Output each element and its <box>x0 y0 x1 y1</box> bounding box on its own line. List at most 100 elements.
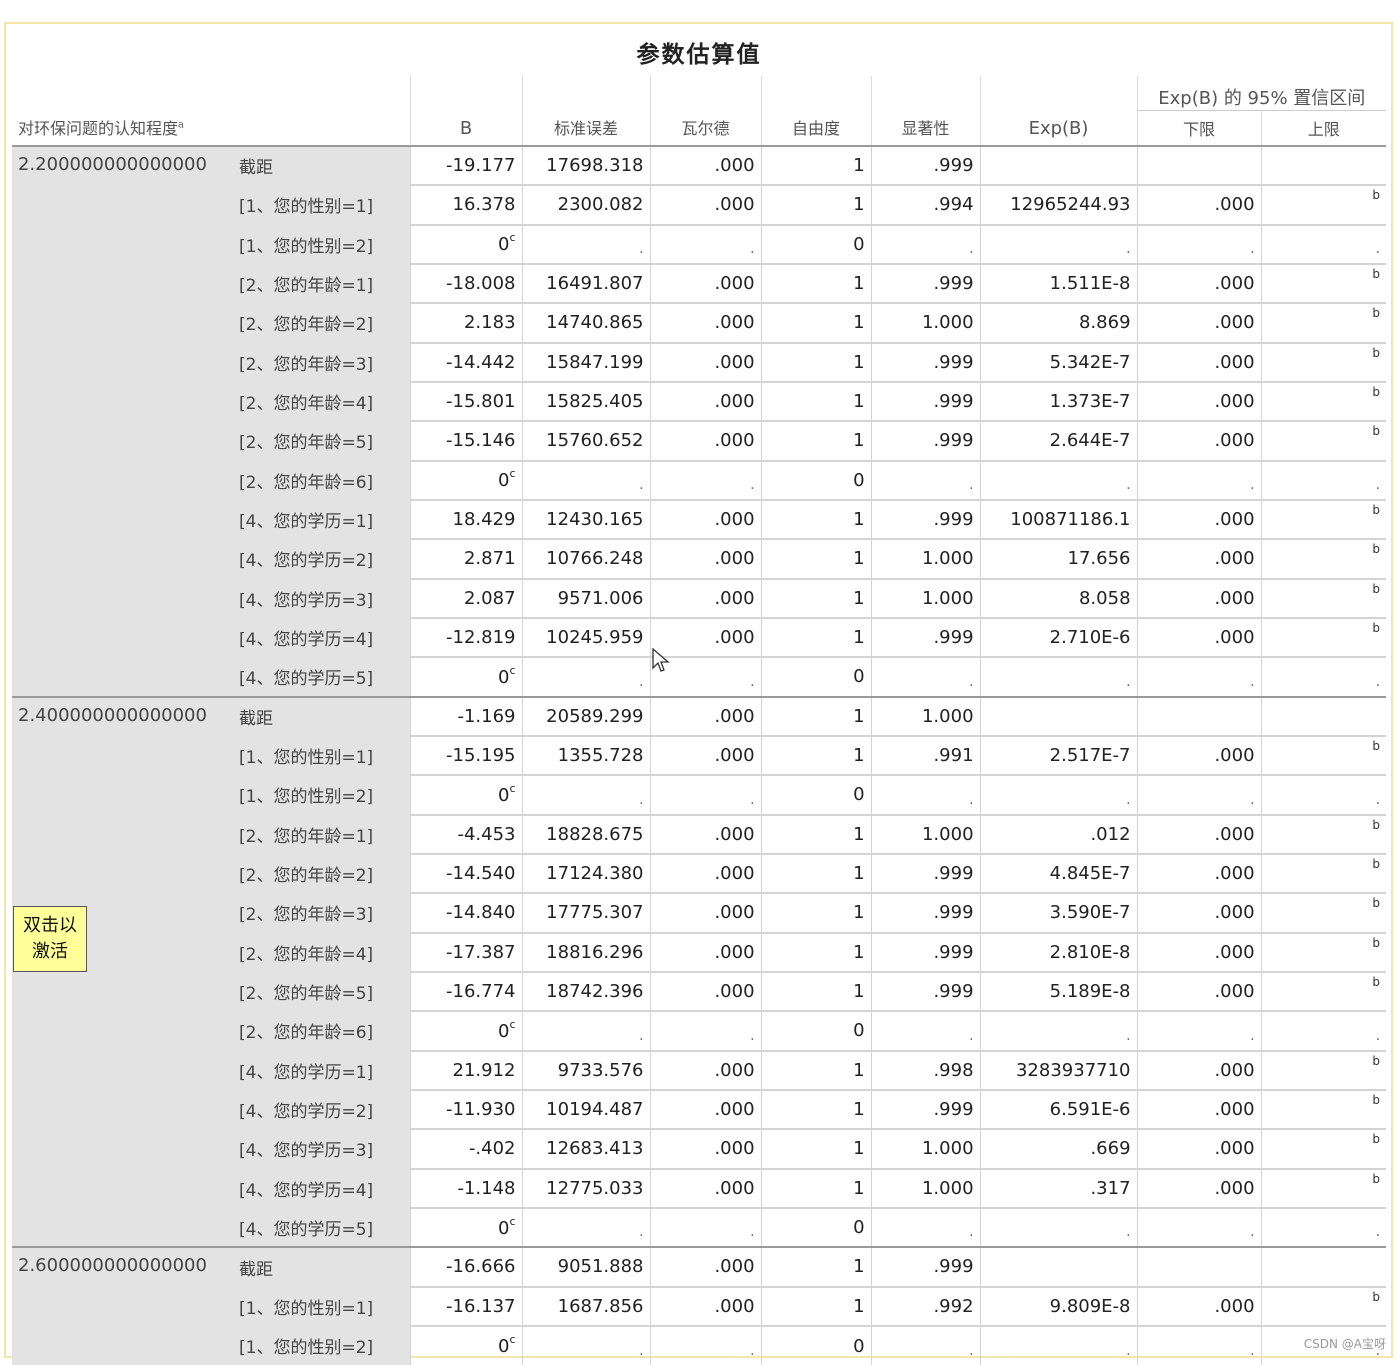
parameter-cell: [4、您的学历=1] <box>233 499 411 540</box>
expb-cell <box>979 1246 1138 1287</box>
b-value: 0 <box>498 470 510 492</box>
expb-cell: 8.058 <box>979 577 1138 618</box>
b-cell: 0c <box>409 1010 523 1051</box>
wald-header: 瓦尔德 <box>649 76 762 146</box>
std-error-cell: 10766.248 <box>521 538 651 579</box>
ci-lower-cell: .000 <box>1136 498 1262 540</box>
b-cell: 0c <box>409 774 523 815</box>
sig-cell: 1.000 <box>870 577 981 618</box>
expb-cell: 17.656 <box>979 538 1138 579</box>
expb-cell: . <box>979 1206 1138 1248</box>
std-error-cell: 1687.856 <box>521 1285 651 1326</box>
expb-cell: 8.869 <box>979 302 1138 343</box>
wald-cell: .000 <box>649 1246 762 1287</box>
expb-cell: . <box>979 1010 1138 1051</box>
ci-upper-cell <box>1260 695 1387 736</box>
df-cell: 1 <box>760 144 872 186</box>
parameter-cell: [1、您的性别=2] <box>233 1325 411 1365</box>
wald-cell: .000 <box>649 970 762 1012</box>
std-error-cell: 10245.959 <box>521 616 651 658</box>
sig-cell: . <box>870 459 981 500</box>
b-cell: -14.540 <box>409 852 523 894</box>
parameter-cell: [4、您的学历=2] <box>233 538 411 579</box>
parameter-cell: [4、您的学历=4] <box>233 1168 411 1208</box>
parameter-cell: 截距 <box>233 1246 411 1287</box>
b-cell: -14.840 <box>409 892 523 933</box>
ci-upper-cell: b <box>1260 1167 1387 1208</box>
b-value: 0 <box>498 666 510 688</box>
expb-cell: 1.373E-7 <box>979 380 1138 422</box>
parameter-cell: [2、您的年龄=3] <box>233 342 411 382</box>
std-error-cell: 18742.396 <box>521 970 651 1012</box>
sig-cell: .999 <box>870 892 981 933</box>
b-cell: 2.871 <box>409 538 523 579</box>
df-cell: 0 <box>760 223 872 264</box>
std-error-header: 标准误差 <box>521 76 651 146</box>
double-click-tooltip[interactable]: 双击以 激活 <box>13 906 87 972</box>
ci-upper-cell: . <box>1260 459 1387 500</box>
sig-cell: . <box>870 1206 981 1248</box>
ci-upper-cell <box>1260 144 1387 186</box>
df-cell: 1 <box>760 1167 872 1208</box>
b-cell: -.402 <box>409 1128 523 1169</box>
wald-cell: .000 <box>649 184 762 225</box>
expb-cell: .669 <box>979 1128 1138 1169</box>
ci-lower-cell: .000 <box>1136 892 1262 933</box>
expb-cell: .317 <box>979 1167 1138 1208</box>
df-cell: 0 <box>760 774 872 815</box>
expb-cell: 6.591E-6 <box>979 1088 1138 1130</box>
wald-cell: . <box>649 459 762 500</box>
parameter-estimates-table[interactable]: 对环保问题的认知程度a B 标准误差 瓦尔德 自由度 显著性 Exp(B) Ex… <box>12 76 1387 1365</box>
expb-cell: 2.710E-6 <box>979 616 1138 658</box>
std-error-cell: 18828.675 <box>521 813 651 854</box>
expb-cell: . <box>979 1324 1138 1365</box>
b-cell: 0c <box>409 223 523 264</box>
table-title: 参数估算值 <box>636 41 762 68</box>
std-error-cell: . <box>521 1206 651 1248</box>
ci-lower-cell: .000 <box>1136 341 1262 382</box>
expb-cell: . <box>979 774 1138 815</box>
sig-cell: 1.000 <box>870 1167 981 1208</box>
ci-upper-cell: b <box>1260 852 1387 894</box>
wald-cell: . <box>649 1324 762 1365</box>
ci-upper-cell: b <box>1260 813 1387 854</box>
ci-lower-cell <box>1136 695 1262 736</box>
b-cell: 0c <box>409 1206 523 1248</box>
parameter-cell: [4、您的学历=1] <box>233 1050 411 1090</box>
ci-upper-cell: b <box>1260 498 1387 540</box>
b-value: 0 <box>498 234 510 256</box>
parameter-cell: [4、您的学历=3] <box>233 578 411 618</box>
ci-lower-cell: .000 <box>1136 577 1262 618</box>
std-error-cell: . <box>521 223 651 264</box>
b-cell: 16.378 <box>409 184 523 225</box>
b-cell: -4.453 <box>409 813 523 854</box>
sig-cell: 1.000 <box>870 302 981 343</box>
b-footnote: c <box>509 1333 516 1346</box>
df-cell: 1 <box>760 1246 872 1287</box>
ci-upper-cell: b <box>1260 970 1387 1012</box>
parameter-cell: [2、您的年龄=4] <box>233 932 411 972</box>
expb-cell: 12965244.93 <box>979 184 1138 225</box>
b-cell: 0c <box>409 656 523 697</box>
ci-upper-cell: . <box>1260 774 1387 815</box>
ci-lower-cell: . <box>1136 1324 1262 1365</box>
b-value: 0 <box>498 1336 510 1357</box>
parameter-cell: [2、您的年龄=3] <box>233 892 411 933</box>
df-cell: 1 <box>760 380 872 422</box>
ci-lower-cell: . <box>1136 459 1262 500</box>
b-cell: -1.169 <box>409 695 523 736</box>
ci-lower-cell: .000 <box>1136 184 1262 225</box>
df-cell: 1 <box>760 302 872 343</box>
ci-lower-cell <box>1136 144 1262 186</box>
ci-lower-cell: .000 <box>1136 420 1262 461</box>
ci-upper-cell: b <box>1260 380 1387 422</box>
parameter-cell: [2、您的年龄=5] <box>233 420 411 461</box>
b-cell: 21.912 <box>409 1049 523 1090</box>
ci-upper-cell: b <box>1260 1285 1387 1326</box>
ci-header: Exp(B) 的 95% 置信区间 <box>1136 76 1387 111</box>
ci-lower-cell: .000 <box>1136 734 1262 776</box>
sig-cell: .999 <box>870 262 981 304</box>
parameter-cell: [4、您的学历=2] <box>233 1089 411 1130</box>
wald-cell: .000 <box>649 1285 762 1326</box>
std-error-cell: . <box>521 656 651 697</box>
